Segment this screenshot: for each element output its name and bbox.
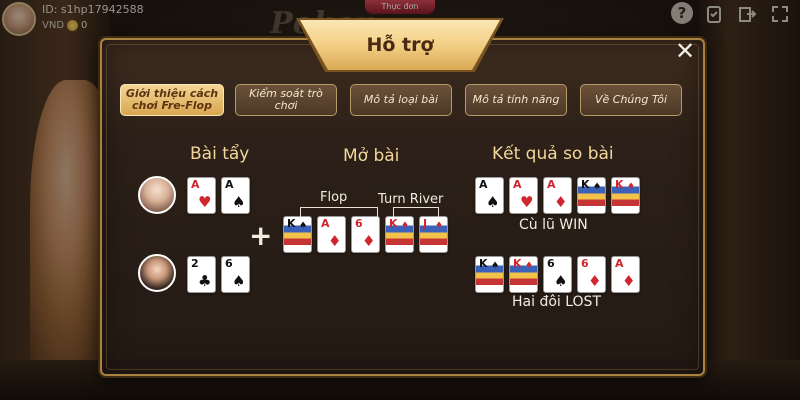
player-1-avatar <box>138 176 176 214</box>
card-rank: 6 <box>547 257 555 270</box>
playing-card: A ♦ <box>611 256 640 293</box>
playing-card: A ♦ <box>317 216 346 253</box>
plus-icon: + <box>249 219 273 252</box>
card-rank: A <box>615 257 624 270</box>
card-suit-icon: ♠ <box>554 272 568 290</box>
playing-card: A ♥ <box>187 177 216 214</box>
card-suit-icon: ♣ <box>198 272 212 290</box>
card-rank: K <box>581 178 590 191</box>
playing-card: K ♠ <box>283 216 312 253</box>
win-result-label: Cù lũ WIN <box>519 217 588 233</box>
playing-card: 6 ♠ <box>543 256 572 293</box>
playing-card: 6 ♠ <box>221 256 250 293</box>
card-rank: A <box>191 178 200 191</box>
playing-card: J ♦ <box>419 216 448 253</box>
playing-card: 6 ♦ <box>577 256 606 293</box>
card-suit-icon: ♠ <box>486 193 500 211</box>
card-suit-icon: ♥ <box>520 193 534 211</box>
card-rank: A <box>513 178 522 191</box>
card-suit-icon: ♠ <box>299 221 308 231</box>
turn-river-label: Turn River <box>378 192 444 207</box>
card-suit-icon: ♦ <box>588 272 602 290</box>
playing-card: 6 ♦ <box>351 216 380 253</box>
playing-card: K ♦ <box>385 216 414 253</box>
playing-card: K ♠ <box>577 177 606 214</box>
card-rank: A <box>547 178 556 191</box>
tab-about-us[interactable]: Về Chúng Tôi <box>580 84 682 116</box>
card-suit-icon: ♠ <box>232 193 246 211</box>
dialog-title-tab: Hỗ trợ <box>300 20 500 70</box>
card-rank: K <box>513 257 522 270</box>
hole-cards-heading: Bài tẩy <box>190 144 250 164</box>
flop-bracket <box>300 207 378 217</box>
lost-result-label: Hai đôi LOST <box>512 294 601 310</box>
result-heading: Kết quả so bài <box>492 144 614 164</box>
card-rank: K <box>615 178 624 191</box>
playing-card: 2 ♣ <box>187 256 216 293</box>
card-suit-icon: ♦ <box>328 232 342 250</box>
tab-game-control[interactable]: Kiểm soát trò chơi <box>235 84 337 116</box>
card-rank: 6 <box>355 217 363 230</box>
turn-river-bracket <box>393 207 439 217</box>
card-suit-icon: ♦ <box>622 272 636 290</box>
card-rank: 6 <box>581 257 589 270</box>
player-2-avatar <box>138 254 176 292</box>
card-suit-icon: ♦ <box>401 221 410 231</box>
flop-label: Flop <box>320 190 348 205</box>
dialog-title: Hỗ trợ <box>366 34 434 56</box>
card-rank: K <box>479 257 488 270</box>
card-suit-icon: ♦ <box>554 193 568 211</box>
card-suit-icon: ♥ <box>198 193 212 211</box>
card-rank: 6 <box>225 257 233 270</box>
card-rank: A <box>479 178 488 191</box>
close-button[interactable]: ✕ <box>674 39 696 63</box>
playing-card: A ♦ <box>543 177 572 214</box>
tab-features[interactable]: Mô tả tính năng <box>465 84 567 116</box>
card-suit-icon: ♠ <box>593 182 602 192</box>
playing-card: K ♠ <box>475 256 504 293</box>
card-suit-icon: ♦ <box>435 221 444 231</box>
card-rank: A <box>321 217 330 230</box>
tab-hand-types[interactable]: Mô tả loại bài <box>350 84 452 116</box>
playing-card: A ♥ <box>509 177 538 214</box>
tab-preflop-intro[interactable]: Giới thiệu cách chơi Fre-Flop <box>120 84 224 116</box>
playing-card: K ♦ <box>509 256 538 293</box>
card-suit-icon: ♠ <box>232 272 246 290</box>
playing-card: K ♦ <box>611 177 640 214</box>
card-rank: 2 <box>191 257 199 270</box>
community-cards-heading: Mở bài <box>343 146 400 166</box>
card-suit-icon: ♦ <box>627 182 636 192</box>
card-rank: K <box>287 217 296 230</box>
playing-card: A ♠ <box>475 177 504 214</box>
card-rank: A <box>225 178 234 191</box>
card-suit-icon: ♦ <box>362 232 376 250</box>
card-rank: J <box>423 217 428 230</box>
card-suit-icon: ♠ <box>491 261 500 271</box>
card-suit-icon: ♦ <box>525 261 534 271</box>
card-rank: K <box>389 217 398 230</box>
playing-card: A ♠ <box>221 177 250 214</box>
